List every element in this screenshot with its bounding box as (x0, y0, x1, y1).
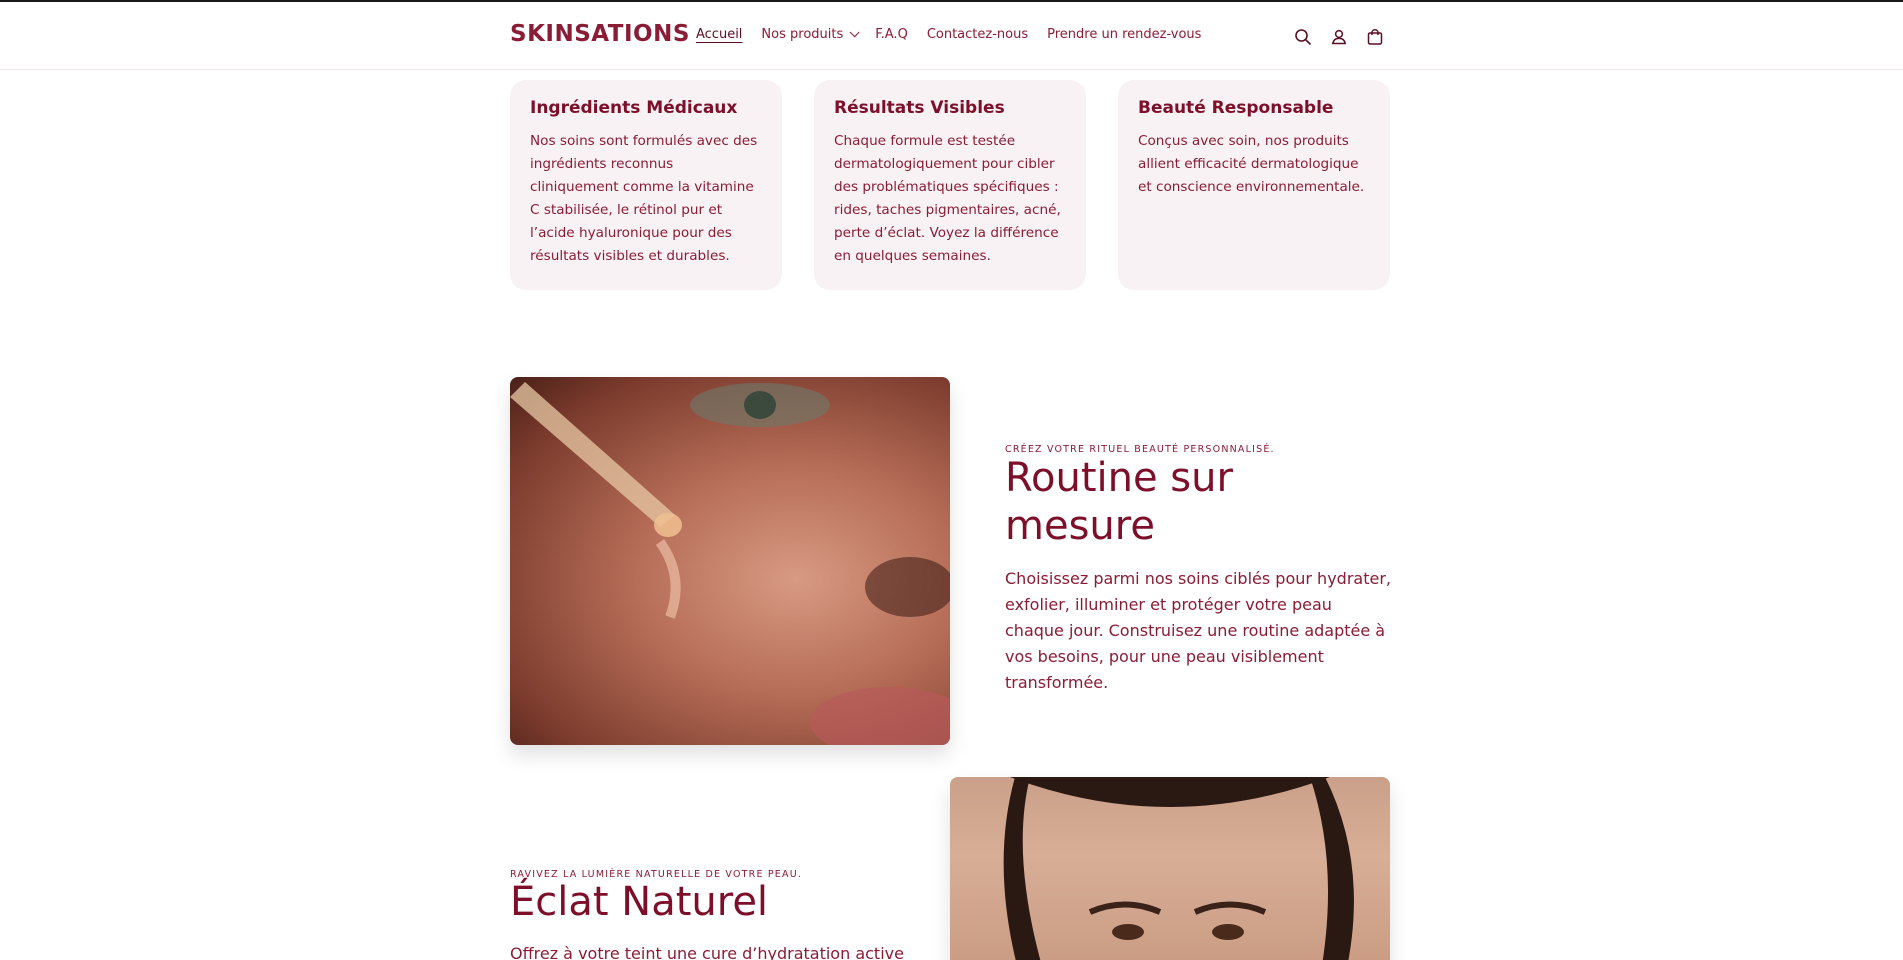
feature-title: Ingrédients Médicaux (530, 98, 738, 118)
nav-accueil[interactable]: Accueil (696, 27, 742, 42)
routine-text: Choisissez parmi nos soins ciblés pour h… (1005, 569, 1391, 692)
nav-rendez-vous[interactable]: Prendre un rendez-vous (1047, 27, 1201, 42)
site-header: SKINSATIONS Accueil Nos produits F.A.Q C… (0, 2, 1903, 70)
eclat-title: Éclat Naturel (510, 879, 769, 925)
nav-nos-produits-label: Nos produits (761, 27, 844, 42)
nav-faq[interactable]: F.A.Q (875, 27, 908, 42)
feature-title: Résultats Visibles (834, 98, 1005, 118)
serum-dropper-image (510, 377, 950, 745)
feature-card-resultats: Résultats Visibles Chaque formule est te… (814, 80, 1086, 290)
feature-text: Chaque formule est testée dermatologique… (834, 133, 1061, 264)
feature-text: Conçus avec soin, nos produits allient e… (1138, 133, 1365, 195)
header-icons (1293, 27, 1385, 47)
brand-logo[interactable]: SKINSATIONS (510, 21, 690, 47)
search-icon[interactable] (1293, 27, 1313, 47)
feature-card-beaute: Beauté Responsable Conçus avec soin, nos… (1118, 80, 1390, 290)
main-navigation: Accueil Nos produits F.A.Q Contactez-nou… (696, 27, 1220, 42)
feature-card-ingredients: Ingrédients Médicaux Nos soins sont form… (510, 80, 782, 290)
feature-title: Beauté Responsable (1138, 98, 1334, 118)
cart-icon[interactable] (1365, 27, 1385, 47)
portrait-image (950, 777, 1390, 960)
eclat-text: Offrez à votre teint une cure d’hydratat… (510, 944, 904, 960)
chevron-down-icon (849, 27, 860, 38)
feature-text: Nos soins sont formulés avec des ingrédi… (530, 133, 758, 264)
account-icon[interactable] (1329, 27, 1349, 47)
nav-nos-produits[interactable]: Nos produits (761, 27, 860, 42)
nav-contact[interactable]: Contactez-nous (927, 27, 1028, 42)
routine-title: Routine sur mesure (1005, 455, 1233, 549)
